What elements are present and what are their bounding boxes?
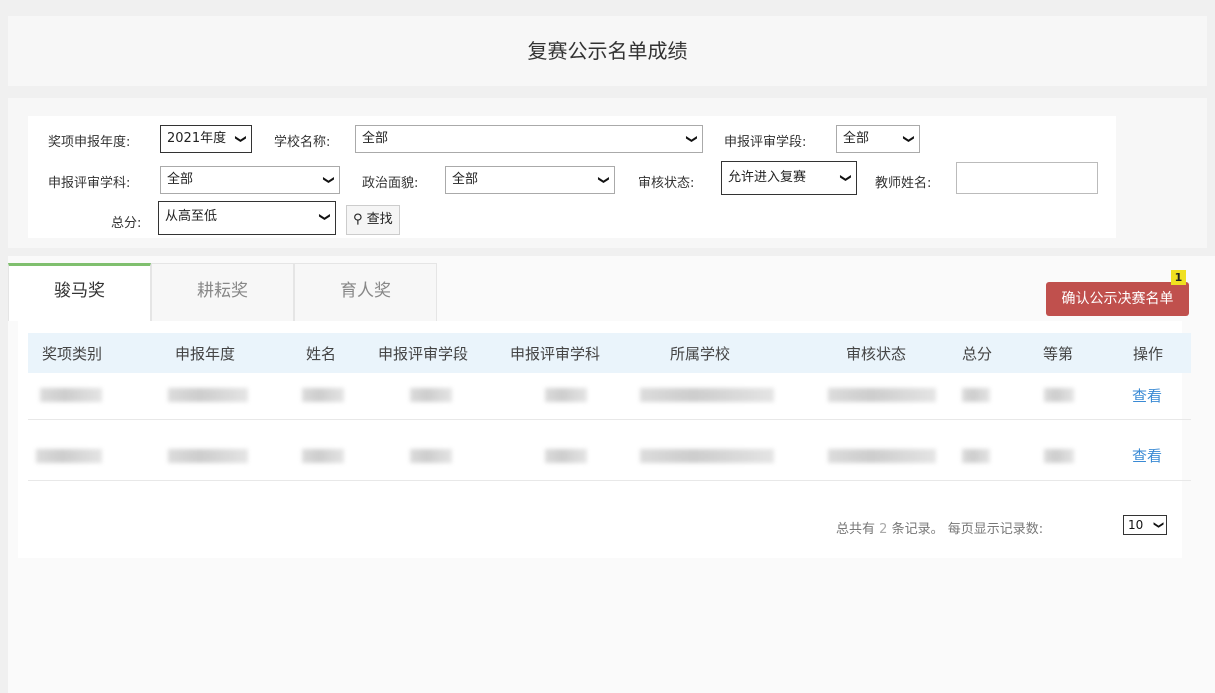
- redacted-cell: [828, 388, 936, 402]
- page-size-value: 10: [1128, 518, 1144, 532]
- chevron-down-icon: ❯: [318, 212, 332, 222]
- th-action: 操作: [1133, 345, 1164, 363]
- stage-value: 全部: [843, 131, 870, 146]
- search-button[interactable]: ⚲ 查找: [346, 205, 400, 235]
- th-subject: 申报评审学科: [510, 345, 601, 363]
- redacted-cell: [168, 388, 248, 402]
- view-link[interactable]: 查看: [1132, 445, 1162, 466]
- teacher-name-input[interactable]: [956, 162, 1098, 194]
- total-sort-select[interactable]: 从高至低 ❯: [158, 201, 336, 235]
- politics-value: 全部: [452, 172, 479, 187]
- redacted-cell: [1044, 449, 1074, 463]
- page-title: 复赛公示名单成绩: [8, 16, 1207, 86]
- redacted-cell: [640, 388, 774, 402]
- chevron-down-icon: ❯: [902, 134, 916, 144]
- view-link[interactable]: 查看: [1132, 385, 1162, 406]
- th-total: 总分: [962, 345, 993, 363]
- confirm-final-list-button[interactable]: 确认公示决赛名单: [1046, 282, 1189, 316]
- redacted-cell: [302, 388, 344, 402]
- award-year-select[interactable]: 2021年度 ❯: [160, 125, 252, 153]
- subject-select[interactable]: 全部 ❯: [160, 166, 340, 194]
- audit-label: 审核状态:: [638, 176, 695, 191]
- audit-value: 允许进入复赛: [728, 170, 807, 185]
- notification-badge: 1: [1171, 270, 1186, 285]
- tab-yuren[interactable]: 育人奖: [294, 263, 437, 321]
- chevron-down-icon: ❯: [1152, 520, 1164, 530]
- school-label: 学校名称:: [274, 135, 331, 150]
- chevron-down-icon: ❯: [234, 134, 248, 144]
- chevron-down-icon: ❯: [685, 134, 699, 144]
- total-sort-value: 从高至低: [165, 209, 218, 224]
- tab-junma[interactable]: 骏马奖: [8, 263, 151, 321]
- redacted-cell: [545, 449, 587, 463]
- pager-suffix: 条记录。 每页显示记录数:: [891, 522, 1044, 537]
- th-stage: 申报评审学段: [378, 345, 469, 363]
- redacted-cell: [962, 449, 990, 463]
- redacted-cell: [168, 449, 248, 463]
- school-value: 全部: [362, 131, 389, 146]
- search-icon: ⚲: [353, 212, 363, 227]
- total-label: 总分:: [111, 216, 142, 231]
- stage-select[interactable]: 全部 ❯: [836, 125, 920, 153]
- chevron-down-icon: ❯: [322, 175, 336, 185]
- th-award-type: 奖项类别: [42, 345, 103, 363]
- th-name: 姓名: [306, 345, 337, 363]
- redacted-cell: [302, 449, 344, 463]
- redacted-cell: [640, 449, 774, 463]
- redacted-cell: [962, 388, 990, 402]
- pagination-info: 总共有 2 条记录。 每页显示记录数:: [836, 518, 1043, 537]
- th-grade: 等第: [1043, 345, 1074, 363]
- row-divider: [28, 419, 1191, 420]
- redacted-cell: [410, 388, 452, 402]
- search-button-label: 查找: [366, 212, 393, 227]
- chevron-down-icon: ❯: [839, 173, 853, 183]
- chevron-down-icon: ❯: [597, 175, 611, 185]
- tab-gengyun[interactable]: 耕耘奖: [151, 263, 294, 321]
- th-school: 所属学校: [670, 345, 731, 363]
- redacted-cell: [40, 388, 102, 402]
- teacher-label: 教师姓名:: [875, 176, 932, 191]
- award-year-label: 奖项申报年度:: [48, 135, 131, 150]
- row-divider: [28, 480, 1191, 481]
- redacted-cell: [36, 449, 102, 463]
- politics-label: 政治面貌:: [362, 176, 419, 191]
- redacted-cell: [545, 388, 587, 402]
- redacted-cell: [828, 449, 936, 463]
- subject-label: 申报评审学科:: [48, 176, 131, 191]
- page-size-select[interactable]: 10 ❯: [1123, 515, 1167, 535]
- politics-select[interactable]: 全部 ❯: [445, 166, 615, 194]
- redacted-cell: [410, 449, 452, 463]
- th-status: 审核状态: [846, 345, 907, 363]
- record-count: 2: [879, 522, 888, 537]
- award-year-value: 2021年度: [167, 131, 227, 146]
- stage-label: 申报评审学段:: [724, 135, 807, 150]
- redacted-cell: [1044, 388, 1074, 402]
- th-year: 申报年度: [175, 345, 236, 363]
- school-select[interactable]: 全部 ❯: [355, 125, 703, 153]
- pager-prefix: 总共有: [836, 522, 876, 537]
- subject-value: 全部: [167, 172, 194, 187]
- audit-select[interactable]: 允许进入复赛 ❯: [721, 161, 857, 195]
